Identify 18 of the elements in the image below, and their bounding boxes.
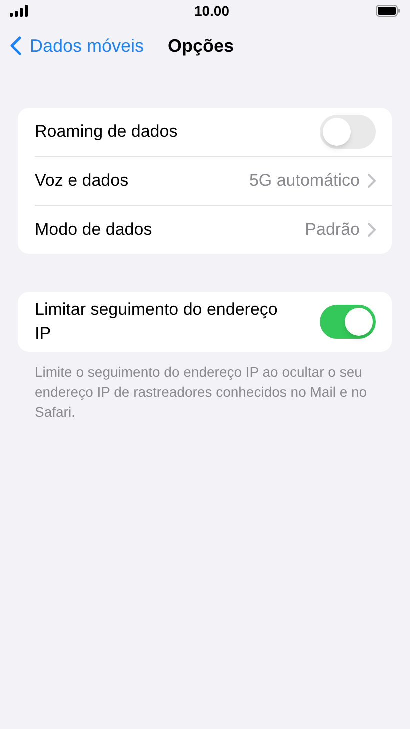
page-title: Opções bbox=[168, 34, 234, 58]
setting-value: 5G automático bbox=[249, 170, 360, 192]
footer-note: Limite o seguimento do endereço IP ao ocultar o seu endereço IP de rastreadores conhecidos no Mail e no Safari. bbox=[34, 363, 368, 422]
setting-label: Roaming de dados bbox=[35, 121, 179, 143]
setting-label: Limitar seguimento do endereço IP bbox=[35, 299, 279, 345]
toggle-switch[interactable] bbox=[320, 305, 376, 339]
setting-label: Modo de dados bbox=[35, 219, 152, 242]
setting-label: Voz e dados bbox=[35, 170, 129, 192]
toggle-switch[interactable] bbox=[320, 115, 376, 149]
chevron-left-icon bbox=[10, 36, 22, 56]
settings-row[interactable]: Voz e dados 5G automático bbox=[35, 157, 392, 205]
chevron-right-icon bbox=[368, 223, 376, 237]
setting-value: Padrão bbox=[305, 219, 360, 242]
signal-icon bbox=[10, 5, 28, 17]
chevron-right-icon bbox=[368, 174, 376, 188]
battery-icon bbox=[376, 5, 400, 17]
status-time: 10.00 bbox=[194, 2, 230, 20]
settings-row[interactable]: Modo de dados Padrão bbox=[35, 206, 392, 254]
